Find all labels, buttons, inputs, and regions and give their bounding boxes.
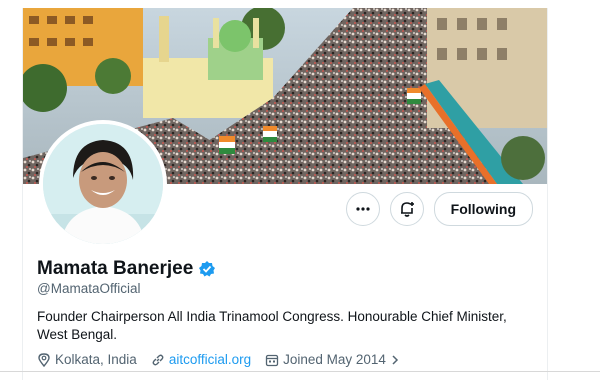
location-pin-icon [38, 352, 50, 367]
website-link[interactable]: aitcofficial.org [169, 352, 251, 367]
more-horizontal-icon [356, 207, 370, 211]
profile-handle: @MamataOfficial [37, 281, 141, 296]
following-button[interactable]: Following [433, 192, 533, 226]
profile-avatar[interactable] [39, 120, 167, 248]
chevron-right-icon [392, 354, 398, 365]
verified-badge-icon[interactable] [198, 260, 216, 278]
link-icon [152, 354, 164, 365]
avatar-portrait-image [43, 124, 163, 244]
bell-plus-icon [400, 202, 414, 217]
profile-name-row: Mamata Banerjee [37, 258, 216, 280]
location-item: Kolkata, India [37, 352, 137, 367]
calendar-icon [265, 354, 279, 366]
more-button[interactable] [345, 192, 380, 226]
profile-meta: Kolkata, India aitcofficial.org Joined M… [37, 352, 400, 367]
profile-card: Following Mamata Banerjee @MamataOfficia… [22, 8, 548, 380]
profile-actions: Following [345, 192, 533, 226]
website-item: aitcofficial.org [151, 352, 251, 367]
profile-bio: Founder Chairperson All India Trinamool … [37, 309, 507, 342]
bottom-divider [0, 371, 600, 372]
joined-text: Joined May 2014 [283, 352, 386, 367]
profile-name: Mamata Banerjee [37, 258, 194, 279]
notifications-button[interactable] [389, 192, 424, 226]
location-text: Kolkata, India [55, 352, 137, 367]
joined-item[interactable]: Joined May 2014 [265, 352, 400, 367]
